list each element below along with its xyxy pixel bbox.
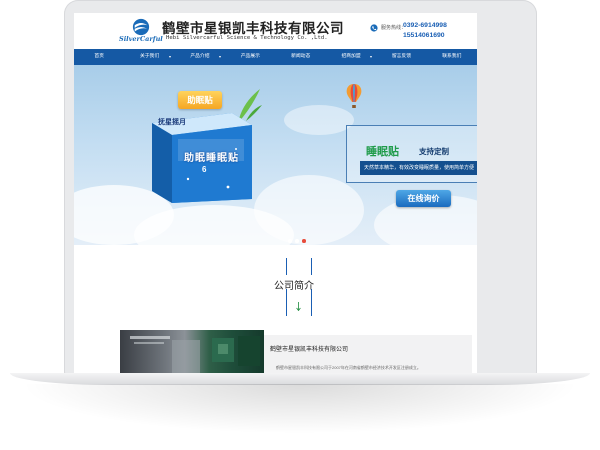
arrow-down-icon (296, 302, 301, 311)
nav-item-franchise[interactable]: 招商加盟 (326, 49, 376, 65)
main-nav: 首页 关于我们 产品介绍 产品展示 新闻动态 招商加盟 留言反馈 联系我们 (74, 49, 477, 65)
company-name-en: Hebi Silvercarful Science & Technology C… (166, 35, 328, 41)
website-screen: SilverCarful 鹤壁市星银凯丰科技有限公司 Hebi Silverca… (74, 13, 477, 373)
promo-subtitle: 支持定制 (419, 147, 449, 156)
promo-description: 天然草本精华，有效改变睡眠质量，使用简单方便 (364, 165, 475, 171)
slider-dot[interactable] (295, 239, 299, 243)
logo-icon (132, 18, 150, 36)
promo-title: 睡眠贴 (366, 146, 399, 158)
section-title-about: 公司简介 (274, 281, 314, 292)
phone-icon (370, 24, 378, 32)
slider-dot-active[interactable] (302, 239, 306, 243)
company-photo (120, 330, 264, 373)
caret-down-icon (219, 56, 222, 58)
slider-dots (288, 239, 312, 245)
nav-item-news[interactable]: 新闻动态 (276, 49, 326, 65)
product-brand: 抚星摇月 (158, 119, 186, 126)
caret-down-icon (370, 56, 373, 58)
logo-text[interactable]: SilverCarful (119, 35, 163, 43)
product-badge: 助眠贴 (178, 91, 222, 109)
hotline-number-1: 0392-6914998 (403, 22, 447, 29)
online-inquiry-button[interactable]: 在线询价 (396, 190, 451, 207)
nav-item-contact[interactable]: 联系我们 (427, 49, 477, 65)
product-box-title: 助眠睡眠贴 (184, 153, 239, 164)
cloud-decoration (254, 175, 364, 245)
intro-heading[interactable]: 鹤壁市星银凯丰科技有限公司 (270, 344, 348, 353)
hotline-number-2: 15514061690 (403, 32, 445, 39)
office-photo-image (130, 336, 260, 373)
nav-item-products-intro[interactable]: 产品介绍 (175, 49, 225, 65)
caret-down-icon (168, 56, 171, 58)
nav-item-home[interactable]: 首页 (74, 49, 124, 65)
device-shadow (20, 384, 580, 434)
site-header: SilverCarful 鹤壁市星银凯丰科技有限公司 Hebi Silverca… (74, 13, 477, 49)
product-box-count: 6 (202, 165, 207, 174)
nav-item-about[interactable]: 关于我们 (124, 49, 174, 65)
intro-text: 鹤壁市星银凯丰科技有限公司于2007年在河南省鹤壁市经济技术开发区注册成立。 (276, 365, 421, 370)
hero-banner[interactable]: 助眠贴 抚星摇月 助眠睡眠贴 6 睡眠贴 支持定制 天然草本精华，有效改变睡眠质… (74, 65, 477, 245)
nav-item-feedback[interactable]: 留言反馈 (376, 49, 426, 65)
nav-item-products-show[interactable]: 产品展示 (225, 49, 275, 65)
slider-dot[interactable] (288, 239, 292, 243)
hotline: 服务热线： 0392-6914998 15514061690 (370, 22, 476, 46)
company-name[interactable]: 鹤壁市星银凯丰科技有限公司 (162, 17, 344, 37)
hot-air-balloon-icon (346, 84, 362, 108)
